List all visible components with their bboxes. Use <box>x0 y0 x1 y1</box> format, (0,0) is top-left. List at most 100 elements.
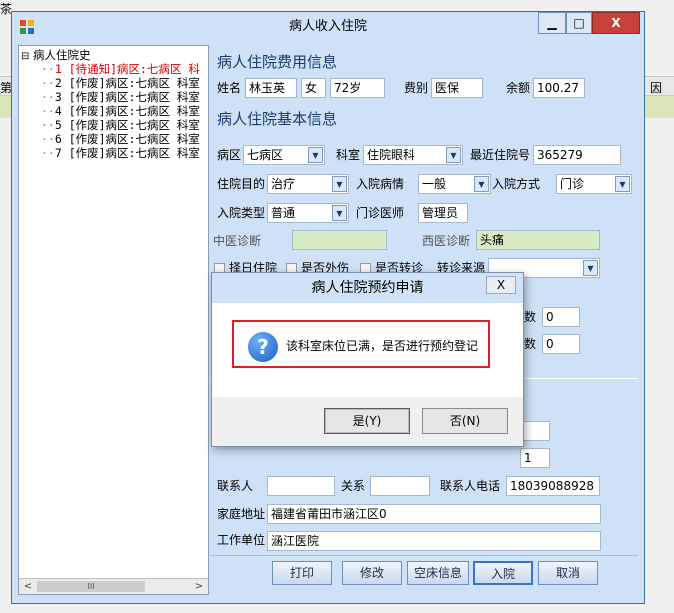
yes-button[interactable]: 是(Y) <box>324 408 410 434</box>
age-field[interactable]: 72岁 <box>330 78 385 98</box>
contact-field[interactable] <box>267 476 335 496</box>
relation-field[interactable] <box>370 476 430 496</box>
highlight-box: ? 该科室床位已满，是否进行预约登记 <box>232 320 490 368</box>
balance-field[interactable]: 100.27 <box>533 78 585 98</box>
workplace-field[interactable]: 涵江医院 <box>267 531 601 551</box>
maximize-icon: □ <box>573 16 585 30</box>
dept-label: 科室 <box>336 148 361 162</box>
tree-connector: ·· <box>41 76 55 90</box>
address-field[interactable]: 福建省莆田市涵江区0 <box>267 504 601 524</box>
hidden-field-a[interactable] <box>520 421 550 441</box>
minimize-button[interactable]: ▁ <box>538 12 566 34</box>
tree-item-label: 2 [作废]病区:七病区 科室 <box>54 76 200 90</box>
dialog-footer: 是(Y) 否(N) <box>212 397 523 446</box>
ward-select[interactable]: 七病区 ▼ <box>243 145 325 165</box>
scroll-thumb[interactable]: III <box>37 581 145 592</box>
chevron-down-icon[interactable]: ▼ <box>332 176 347 192</box>
balance-label: 余额 <box>506 81 531 95</box>
method-value: 门诊 <box>560 177 585 191</box>
print-button[interactable]: 打印 <box>272 561 332 585</box>
chevron-down-icon[interactable]: ▼ <box>583 260 598 276</box>
no-button[interactable]: 否(N) <box>422 408 508 434</box>
chevron-down-icon[interactable]: ▼ <box>332 205 347 221</box>
scroll-right-icon[interactable]: > <box>191 580 207 593</box>
relation-label: 关系 <box>341 479 366 493</box>
condition-select[interactable]: 一般 ▼ <box>418 174 491 194</box>
hospital-history-tree[interactable]: ⊟ 病人住院史 ··1 [待通知]病区:七病区 科 ··2 [作废]病区:七病区 … <box>18 45 209 595</box>
fee-section-title: 病人住院费用信息 <box>217 53 338 71</box>
recent-admission-label: 最近住院号 <box>470 148 531 162</box>
gender-field[interactable]: 女 <box>301 78 326 98</box>
scroll-left-icon[interactable]: < <box>20 580 36 593</box>
tree-connector: ·· <box>41 132 55 146</box>
window-titlebar[interactable]: 病人收入住院 ▁ □ X <box>12 12 644 42</box>
purpose-value: 治疗 <box>271 177 296 191</box>
reservation-dialog: 病人住院预约申请 X ? 该科室床位已满，是否进行预约登记 是(Y) 否(N) <box>211 272 524 447</box>
western-diagnosis-field[interactable]: 头痛 <box>476 230 600 250</box>
modify-button[interactable]: 修改 <box>342 561 402 585</box>
chevron-down-icon[interactable]: ▼ <box>446 147 461 163</box>
method-select[interactable]: 门诊 ▼ <box>556 174 632 194</box>
tree-connector: ·· <box>41 90 55 104</box>
tree-root[interactable]: ⊟ 病人住院史 <box>21 48 91 62</box>
workplace-label: 工作单位 <box>217 533 266 547</box>
tree-item-label: 6 [作废]病区:七病区 科室 <box>54 132 200 146</box>
dept-select[interactable]: 住院眼科 ▼ <box>363 145 463 165</box>
dialog-title: 病人住院预约申请 <box>212 273 523 303</box>
close-button[interactable]: X <box>592 12 640 34</box>
empty-bed-button[interactable]: 空床信息 <box>407 561 469 585</box>
dept-value: 住院眼科 <box>367 148 416 162</box>
chevron-down-icon[interactable]: ▼ <box>308 147 323 163</box>
contact-phone-label: 联系人电话 <box>440 479 501 493</box>
western-diagnosis-label: 西医诊断 <box>422 234 471 248</box>
tcm-diagnosis-field[interactable] <box>292 230 387 250</box>
dialog-body: ? 该科室床位已满，是否进行预约登记 <box>212 303 523 397</box>
chevron-down-icon[interactable]: ▼ <box>474 176 489 192</box>
tree-item[interactable]: ··1 [待通知]病区:七病区 科 <box>41 62 200 76</box>
tree-item[interactable]: ··3 [作废]病区:七病区 科室 <box>41 90 200 104</box>
address-label: 家庭地址 <box>217 507 266 521</box>
tree-item[interactable]: ··6 [作废]病区:七病区 科室 <box>41 132 200 146</box>
maximize-button[interactable]: □ <box>566 12 592 34</box>
chevron-down-icon[interactable]: ▼ <box>615 176 630 192</box>
basic-section-title: 病人住院基本信息 <box>217 110 338 128</box>
contact-phone-field[interactable]: 18039088928 <box>506 476 600 496</box>
background-col-text-right: 因 <box>650 81 663 95</box>
tree-item[interactable]: ··7 [作废]病区:七病区 科室 <box>41 146 200 160</box>
name-field[interactable]: 林玉英 <box>245 78 297 98</box>
tree-item[interactable]: ··2 [作废]病区:七病区 科室 <box>41 76 200 90</box>
doctor-label: 门诊医师 <box>356 206 405 220</box>
ward-value: 七病区 <box>247 148 284 162</box>
tree-item[interactable]: ··5 [作废]病区:七病区 科室 <box>41 118 200 132</box>
cancel-button[interactable]: 取消 <box>538 561 598 585</box>
close-icon: X <box>496 278 506 292</box>
condition-label: 入院病情 <box>356 177 405 191</box>
purpose-label: 住院目的 <box>217 177 266 191</box>
recent-admission-field[interactable]: 365279 <box>533 145 621 165</box>
tree-item-label: 7 [作废]病区:七病区 科室 <box>54 146 200 160</box>
hidden-field-b[interactable]: 1 <box>520 448 550 468</box>
tree-root-label: 病人住院史 <box>33 48 91 62</box>
tree-connector: ·· <box>41 62 55 76</box>
partial-field-b[interactable]: 0 <box>542 334 580 354</box>
fee-type-label: 费别 <box>404 81 429 95</box>
admission-type-select[interactable]: 普通 ▼ <box>267 203 349 223</box>
partial-field-a[interactable]: 0 <box>542 307 580 327</box>
admit-button[interactable]: 入院 <box>473 561 533 585</box>
tree-horizontal-scrollbar[interactable]: < III > <box>19 578 208 594</box>
tcm-diagnosis-label: 中医诊断 <box>213 234 262 248</box>
partial-label-a: 数 <box>524 310 537 324</box>
minimize-icon: ▁ <box>547 16 557 30</box>
fee-type-field[interactable]: 医保 <box>431 78 483 98</box>
tree-item[interactable]: ··4 [作废]病区:七病区 科室 <box>41 104 200 118</box>
doctor-field[interactable]: 管理员 <box>418 203 468 223</box>
dialog-close-button[interactable]: X <box>486 276 516 294</box>
dialog-message: 该科室床位已满，是否进行预约登记 <box>286 339 479 353</box>
purpose-select[interactable]: 治疗 ▼ <box>267 174 349 194</box>
tree-item-label: 5 [作废]病区:七病区 科室 <box>54 118 200 132</box>
question-icon: ? <box>248 332 278 362</box>
collapse-icon[interactable]: ⊟ <box>21 51 29 62</box>
name-label: 姓名 <box>217 81 242 95</box>
tree-item-label: 3 [作废]病区:七病区 科室 <box>54 90 200 104</box>
tree-item-label: 1 [待通知]病区:七病区 科 <box>54 62 200 76</box>
